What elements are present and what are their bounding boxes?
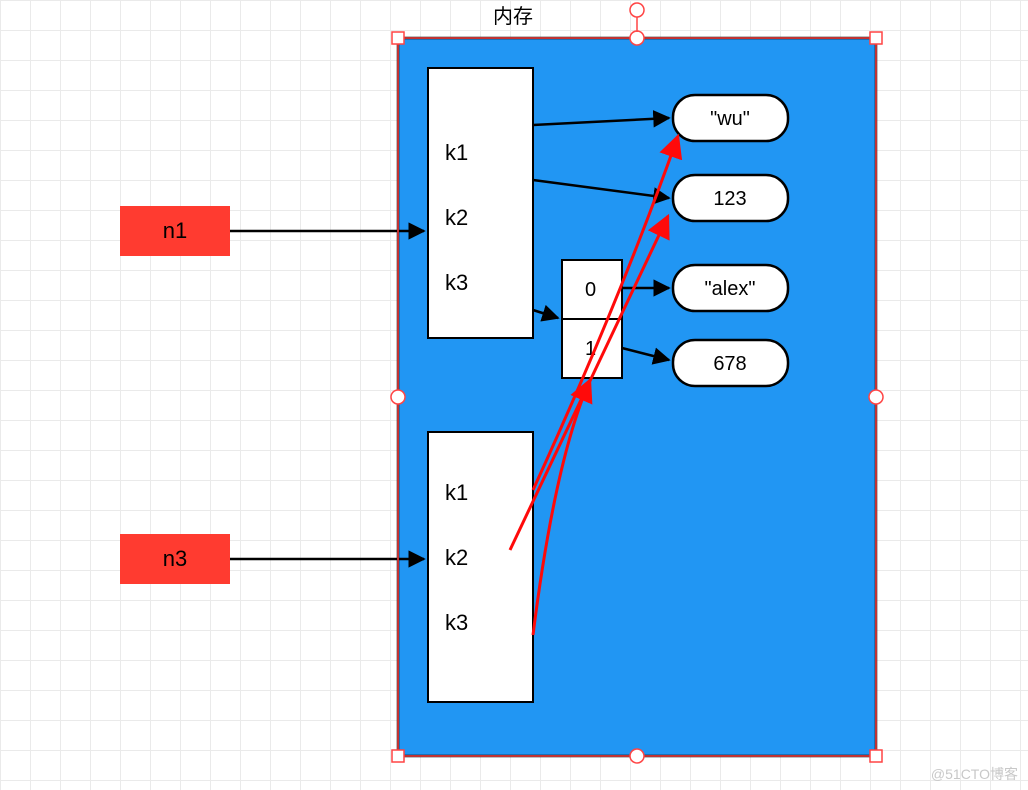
value-678: 678: [673, 340, 788, 386]
variable-n1: n1: [120, 206, 230, 256]
value-wu-text: "wu": [710, 108, 750, 130]
variable-n1-label: n1: [163, 218, 187, 243]
variable-n3: n3: [120, 534, 230, 584]
list-box: 0 1: [562, 260, 622, 378]
list-index-0: 0: [585, 279, 596, 301]
dict1-k2: k2: [445, 205, 468, 230]
dict3-k1: k1: [445, 480, 468, 505]
value-alex-text: "alex": [705, 278, 756, 300]
rotation-handle: [630, 3, 644, 17]
dict1-box: k1 k2 k3: [428, 68, 533, 338]
dict3-k3: k3: [445, 610, 468, 635]
dict3-k2: k2: [445, 545, 468, 570]
value-alex: "alex": [673, 265, 788, 311]
memory-title: 内存: [493, 5, 533, 28]
value-678-text: 678: [713, 353, 746, 375]
diagram-canvas: 内存 n1 n3 k1 k2 k3 k1 k2 k3 0 1 "wu" 123: [0, 0, 1028, 790]
value-123: 123: [673, 175, 788, 221]
dict1-k1: k1: [445, 140, 468, 165]
value-123-text: 123: [713, 188, 746, 210]
value-wu: "wu": [673, 95, 788, 141]
watermark: @51CTO博客: [931, 764, 1018, 784]
variable-n3-label: n3: [163, 546, 187, 571]
dict1-k3: k3: [445, 270, 468, 295]
dict3-box: k1 k2 k3: [428, 432, 533, 702]
